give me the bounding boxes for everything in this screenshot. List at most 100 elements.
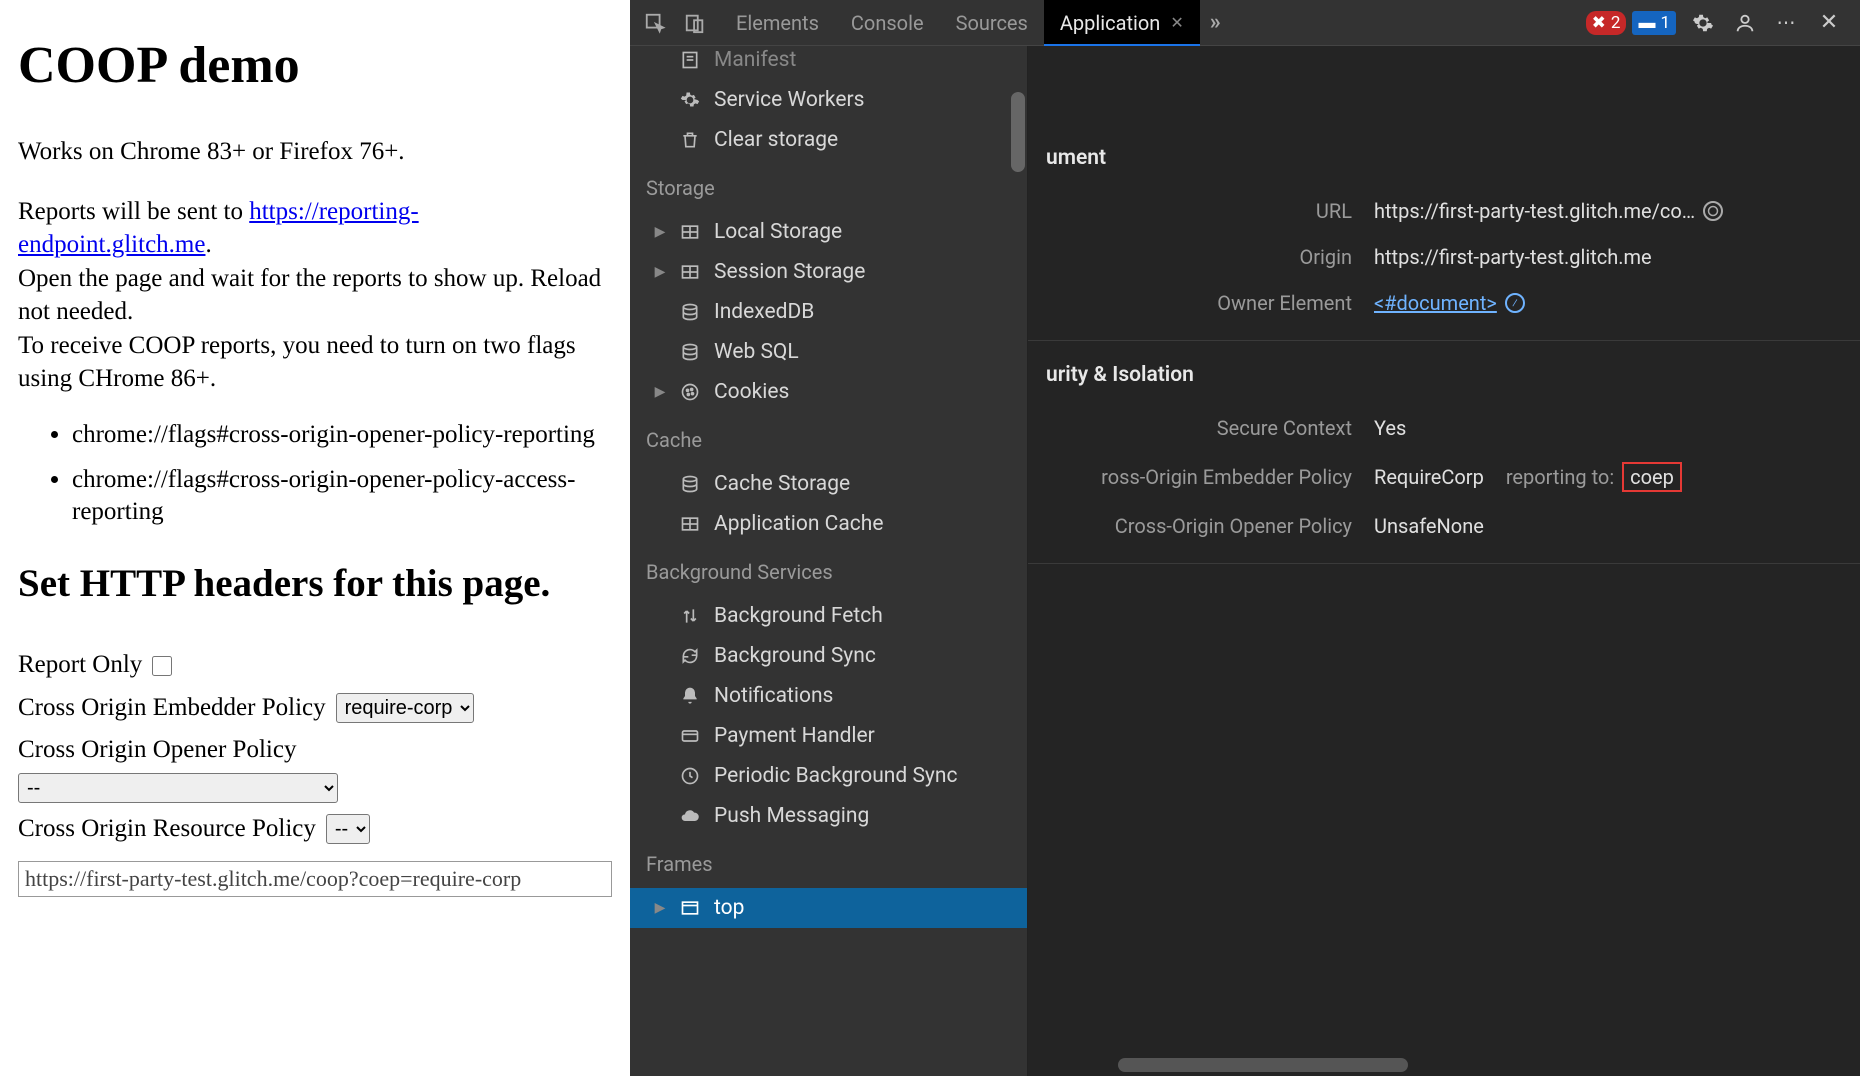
flag-item: chrome://flags#cross-origin-opener-polic… — [72, 419, 612, 452]
sidebar-item-notifications[interactable]: ▶ Notifications — [630, 676, 1027, 716]
sidebar-item-bg-fetch[interactable]: ▶ Background Fetch — [630, 596, 1027, 636]
tab-console[interactable]: Console — [835, 0, 940, 45]
tab-sources[interactable]: Sources — [940, 0, 1044, 45]
url-input[interactable] — [18, 861, 612, 897]
error-badge[interactable]: ✖2 — [1586, 11, 1633, 35]
coop-key: Cross-Origin Opener Policy — [1046, 514, 1352, 538]
devtools-body: ▶ Manifest ▶ Service Workers ▶ Clear sto… — [630, 46, 1860, 1076]
corp-label: Cross Origin Resource Policy — [18, 813, 316, 846]
report-only-row: Report Only — [18, 649, 612, 682]
caret-icon: ▶ — [654, 900, 666, 916]
section-security-header: urity & Isolation — [1028, 340, 1860, 405]
scrollbar-thumb[interactable] — [1011, 92, 1025, 172]
sidebar-item-label: Service Workers — [714, 88, 864, 112]
coep-reporting-label: reporting to: — [1506, 465, 1614, 489]
sync-icon — [678, 644, 702, 668]
trash-icon — [678, 128, 702, 152]
more-tabs-icon[interactable]: » — [1200, 10, 1231, 35]
page-works: Works on Chrome 83+ or Firefox 76+. — [18, 136, 612, 169]
sidebar-item-bg-sync[interactable]: ▶ Background Sync — [630, 636, 1027, 676]
error-count: 2 — [1611, 13, 1621, 33]
manifest-icon — [678, 48, 702, 72]
sidebar-item-local-storage[interactable]: ▶ Local Storage — [630, 212, 1027, 252]
table-icon — [678, 220, 702, 244]
page-content: COOP demo Works on Chrome 83+ or Firefox… — [0, 0, 630, 1076]
corp-select[interactable]: -- — [326, 814, 370, 844]
bell-icon — [678, 684, 702, 708]
gear-icon[interactable] — [1688, 8, 1718, 38]
reports-post: . — [205, 231, 211, 258]
coep-label: Cross Origin Embedder Policy — [18, 692, 326, 725]
table-icon — [678, 260, 702, 284]
corp-row: Cross Origin Resource Policy -- — [18, 813, 612, 846]
info-count: 1 — [1660, 13, 1670, 33]
tab-application[interactable]: Application ✕ — [1044, 0, 1200, 45]
owner-key: Owner Element — [1046, 291, 1352, 315]
tab-elements[interactable]: Elements — [720, 0, 835, 45]
inspect-icon[interactable] — [640, 8, 670, 38]
row-secure-context: Secure Context Yes — [1028, 405, 1860, 451]
kebab-icon[interactable]: ⋯ — [1772, 8, 1802, 38]
sidebar-item-label: Session Storage — [714, 260, 865, 284]
sidebar-item-websql[interactable]: ▶ Web SQL — [630, 332, 1027, 372]
sidebar-section-frames: Frames — [630, 836, 1027, 888]
sidebar-section-storage: Storage — [630, 160, 1027, 212]
secure-value: Yes — [1374, 416, 1406, 440]
page-reports: Reports will be sent to https://reportin… — [18, 196, 612, 261]
page-openwait: Open the page and wait for the reports t… — [18, 263, 612, 328]
owner-link[interactable]: <#document> — [1374, 291, 1497, 315]
sidebar-item-frame-top[interactable]: ▶ top — [630, 888, 1027, 928]
coep-value: RequireCorp — [1374, 465, 1484, 489]
row-coep: ross-Origin Embedder Policy RequireCorp … — [1028, 451, 1860, 503]
sidebar-item-cookies[interactable]: ▶ Cookies — [630, 372, 1027, 412]
sidebar-item-payment[interactable]: ▶ Payment Handler — [630, 716, 1027, 756]
card-icon — [678, 724, 702, 748]
device-toggle-icon[interactable] — [680, 8, 710, 38]
flags-list: chrome://flags#cross-origin-opener-polic… — [72, 419, 612, 529]
devtools-tabbar: Elements Console Sources Application ✕ »… — [630, 0, 1860, 46]
report-only-checkbox[interactable] — [152, 656, 172, 676]
sidebar-item-label: Web SQL — [714, 340, 799, 364]
reveal-icon[interactable] — [1703, 201, 1723, 221]
table-icon — [678, 512, 702, 536]
sidebar-item-indexeddb[interactable]: ▶ IndexedDB — [630, 292, 1027, 332]
cookie-icon — [678, 380, 702, 404]
sidebar-section-bg: Background Services — [630, 544, 1027, 596]
sidebar-item-push[interactable]: ▶ Push Messaging — [630, 796, 1027, 836]
close-icon[interactable]: ✕ — [1170, 13, 1183, 32]
sidebar-item-session-storage[interactable]: ▶ Session Storage — [630, 252, 1027, 292]
database-icon — [678, 340, 702, 364]
sidebar-item-periodic-sync[interactable]: ▶ Periodic Background Sync — [630, 756, 1027, 796]
sidebar-item-label: Periodic Background Sync — [714, 764, 957, 788]
person-icon[interactable] — [1730, 8, 1760, 38]
scrollbar-horizontal[interactable] — [1118, 1058, 1408, 1072]
error-icon: ✖ — [1592, 13, 1606, 33]
info-badge[interactable]: ▬1 — [1632, 11, 1682, 35]
coep-reporting-value: coep — [1622, 462, 1682, 492]
origin-key: Origin — [1046, 245, 1352, 269]
database-icon — [678, 472, 702, 496]
sidebar-item-label: Cache Storage — [714, 472, 850, 496]
coop-select[interactable]: -- — [18, 773, 338, 803]
url-key: URL — [1046, 199, 1352, 223]
sidebar-item-app-cache[interactable]: ▶ Application Cache — [630, 504, 1027, 544]
sidebar-item-manifest[interactable]: ▶ Manifest — [630, 46, 1027, 80]
sidebar-item-cache-storage[interactable]: ▶ Cache Storage — [630, 464, 1027, 504]
sidebar-item-clear-storage[interactable]: ▶ Clear storage — [630, 120, 1027, 160]
code-icon[interactable]: ⁄ — [1505, 293, 1525, 313]
sidebar-item-label: Payment Handler — [714, 724, 875, 748]
row-owner: Owner Element <#document> ⁄ — [1028, 280, 1860, 326]
sidebar-item-label: Clear storage — [714, 128, 838, 152]
secure-key: Secure Context — [1046, 416, 1352, 440]
database-icon — [678, 300, 702, 324]
devtools: Elements Console Sources Application ✕ »… — [630, 0, 1860, 1076]
tab-application-label: Application — [1060, 11, 1160, 35]
close-devtools-icon[interactable]: ✕ — [1814, 8, 1844, 38]
sidebar-item-service-workers[interactable]: ▶ Service Workers — [630, 80, 1027, 120]
coep-key: ross-Origin Embedder Policy — [1046, 465, 1352, 489]
page-h2: Set HTTP headers for this page. — [18, 559, 612, 610]
coop-value: UnsafeNone — [1374, 514, 1484, 538]
coep-select[interactable]: require-corp — [336, 693, 474, 723]
row-coop: Cross-Origin Opener Policy UnsafeNone — [1028, 503, 1860, 549]
sidebar-item-label: Background Sync — [714, 644, 876, 668]
